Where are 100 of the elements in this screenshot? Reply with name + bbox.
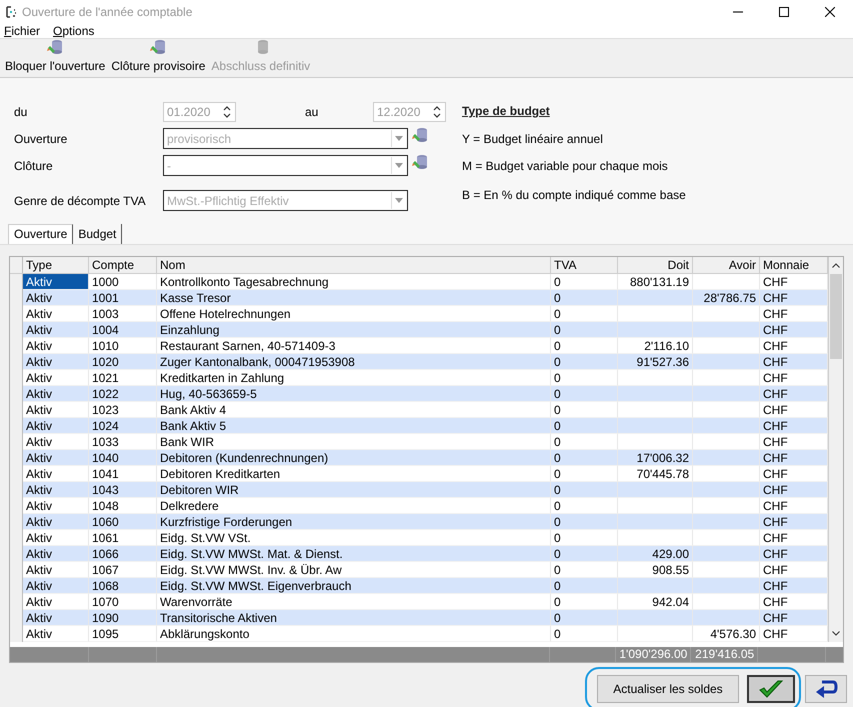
table-cell: Aktiv [23,386,89,402]
table-cell: Debitoren WIR [157,482,551,498]
ok-button[interactable] [747,675,795,703]
table-cell: Aktiv [23,418,89,434]
database-pencil-icon [150,39,166,55]
field-label: Genre de décompte TVA [14,194,147,208]
tab[interactable]: Ouverture [8,224,74,244]
table-cell: Aktiv [23,482,89,498]
database-pencil-icon [47,39,64,55]
table-cell: Hug, 40-563659-5 [157,386,551,402]
table-cell: 4'576.30 [693,626,760,642]
table-cell: 1001 [89,290,157,306]
dropdown-arrow-icon [395,198,403,203]
dropdown-arrow-icon [395,136,403,141]
table-cell: Zuger Kantonalbank, 000471953908 [157,354,551,370]
table-cell [693,354,760,370]
refresh-balances-button[interactable]: Actualiser les soldes [597,675,739,703]
scrollbar-thumb[interactable] [830,274,842,359]
column-header[interactable]: Doit [618,257,693,273]
menu-item[interactable]: Fichier [4,24,40,38]
table-cell: 1060 [89,514,157,530]
table-cell: 0 [551,514,618,530]
table-cell: 91'527.36 [618,354,693,370]
column-header[interactable]: Avoir [693,257,760,273]
table-cell [693,514,760,530]
table-cell: Aktiv [23,610,89,626]
total-cell: 219'416.05 [691,647,758,662]
table-cell: Abklärungskonto [157,626,551,642]
legend-text: M = Budget variable pour chaque mois [462,159,669,173]
field-label: Ouverture [14,132,68,146]
tab[interactable]: Budget [73,224,122,244]
column-header[interactable]: Type [23,257,89,273]
app-icon [6,6,18,18]
spinner-arrows-icon [223,104,231,118]
row-header[interactable] [10,274,23,290]
table-cell: Aktiv [23,514,89,530]
table-cell: 0 [551,354,618,370]
table-cell [693,450,760,466]
table-cell [693,546,760,562]
table-cell: 1095 [89,626,157,642]
table-cell: 0 [551,386,618,402]
table-cell: Kasse Tresor [157,290,551,306]
table-cell: Bank Aktiv 5 [157,418,551,434]
table-cell: Eidg. St.VW MWSt. Mat. & Dienst. [157,546,551,562]
table-cell: 1090 [89,610,157,626]
table-cell: 0 [551,450,618,466]
column-header[interactable]: Nom [157,257,551,273]
table-cell: 1040 [89,450,157,466]
table-cell: Aktiv [23,290,89,306]
table-cell: Einzahlung [157,322,551,338]
return-button[interactable] [805,675,847,703]
table-cell: Kurzfristige Forderungen [157,514,551,530]
table-cell [693,322,760,338]
table-cell: Aktiv [23,274,89,290]
field-label: Clôture [14,158,54,172]
checkmark-icon [758,679,784,699]
field-label: au [304,104,320,118]
legend-title: Type de budget [462,104,551,118]
vertical-scrollbar[interactable] [828,257,843,642]
table-cell [693,578,760,594]
toolbar-button[interactable]: Bloquer l'ouverture [2,39,108,77]
table-cell [693,610,760,626]
column-header[interactable]: Compte [89,257,157,273]
toolbar-button[interactable]: Clôture provisoire [108,39,208,77]
table-cell: Aktiv [23,626,89,642]
legend-text: B = En % du compte indiqué comme base [462,188,686,202]
row-header[interactable] [10,626,23,642]
table-cell: 1004 [89,322,157,338]
legend-text: Y = Budget linéaire annuel [462,132,604,146]
table-cell: 0 [551,610,618,626]
scroll-down-icon [832,631,840,636]
table-cell: 1066 [89,546,157,562]
dropdown-arrow-icon [395,163,403,168]
column-header[interactable]: TVA [551,257,618,273]
table-cell: 17'006.32 [618,450,693,466]
table-cell: 28'786.75 [693,290,760,306]
table-cell: 0 [551,322,618,338]
menu-item[interactable]: Options [53,24,94,38]
close-icon [825,7,835,17]
table-cell: 0 [551,578,618,594]
table-cell: Debitoren (Kundenrechnungen) [157,450,551,466]
table-cell: 1068 [89,578,157,594]
table-cell: 0 [551,418,618,434]
table-cell: 1043 [89,482,157,498]
spinner-arrows-icon [433,104,441,118]
table-cell: Transitorische Aktiven [157,610,551,626]
table-cell: Aktiv [23,354,89,370]
table-cell [693,386,760,402]
total-cell: 1'090'296.00 [616,647,692,662]
table-cell [693,482,760,498]
table-cell: Aktiv [23,450,89,466]
field-label: du [14,104,28,118]
table-cell: 0 [551,546,618,562]
table-cell: 1022 [89,386,157,402]
window-title: Ouverture de l'année comptable [22,5,192,19]
table-cell: Aktiv [23,578,89,594]
scroll-up-icon [832,263,840,268]
table-cell [693,418,760,434]
maximize-icon [779,7,789,17]
table-cell: 0 [551,626,618,642]
